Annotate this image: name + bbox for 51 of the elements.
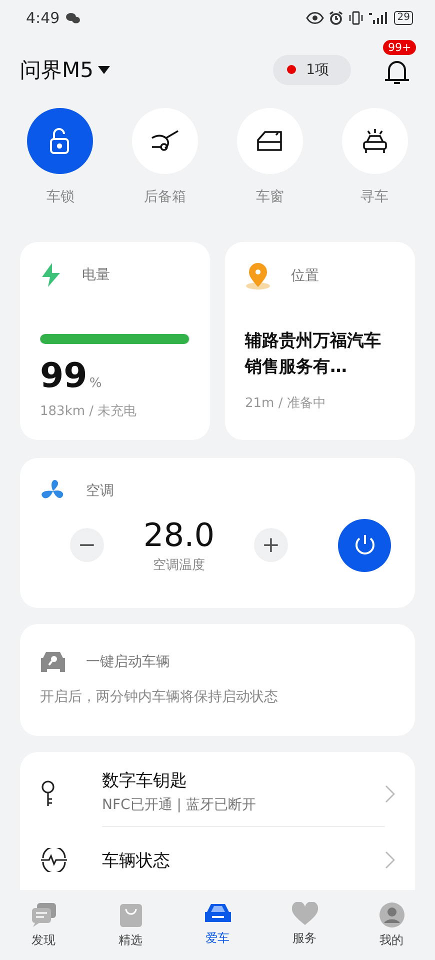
tab[interactable]: 爱车 [174,890,261,960]
location-status: 21m / 准备中 [245,395,327,412]
notification-badge: 99+ [383,40,416,54]
menu-item[interactable]: 数字车钥匙 NFC已开通 | 蓝牙已断开 [40,758,395,830]
alert-chip[interactable]: 1项 [273,54,351,84]
heart-icon [290,902,318,926]
clock-time: 4:49 [26,8,60,26]
card-title: 位置 [291,267,319,285]
car-trunk-icon [150,129,180,153]
battery-percent: 99 [40,356,88,396]
chevron-right-icon [385,851,395,869]
chevron-right-icon [385,785,395,803]
location-card[interactable]: 位置 辅路贵州万福汽车销售服务有… 21m / 准备中 [225,242,415,440]
signal-icon [369,10,390,24]
heartbeat-gauge-icon [40,848,68,872]
range-status: 183km / 未充电 [40,403,138,420]
car-lights-icon [360,128,389,154]
temperature-caption: 空调温度 [153,557,205,574]
chat-icon [30,902,56,928]
map-pin-icon [245,262,271,290]
car-window-icon [256,130,284,152]
power-icon [352,533,376,557]
tab[interactable]: 精选 [87,890,174,960]
alarm-icon [329,10,344,24]
avatar-icon [378,902,404,928]
lightning-icon [40,262,62,288]
decrease-button[interactable]: − [70,528,104,562]
tab[interactable]: 发现 [0,890,87,960]
percent-unit: % [89,376,102,391]
key-icon [40,780,56,808]
increase-button[interactable]: + [254,528,288,562]
car-key-icon [40,650,66,674]
chat-bubbles-icon [66,12,80,24]
tab[interactable]: 我的 [348,890,435,960]
card-title: 电量 [82,266,110,284]
card-title: 一键启动车辆 [86,653,170,671]
dropdown-caret-icon [97,64,112,74]
eye-icon [306,12,324,24]
remote-start-card[interactable]: 一键启动车辆 开启后，两分钟内车辆将保持启动状态 [20,624,415,736]
shopping-bag-icon [118,902,142,928]
temperature-value: 28.0 [143,516,215,554]
battery-card[interactable]: 电量 99% 183km / 未充电 [20,242,210,440]
battery-level: 29 [394,10,413,24]
power-button[interactable] [338,518,391,572]
tab[interactable]: 服务 [261,890,348,960]
remote-start-description: 开启后，两分钟内车辆将保持启动状态 [40,688,279,706]
vibrate-icon [348,10,364,24]
card-title: 空调 [86,482,114,500]
vehicle-selector[interactable]: 问界M5 [20,56,112,84]
location-address: 辅路贵州万福汽车销售服务有… [245,330,382,379]
menu-item[interactable]: 车辆状态 [40,830,395,890]
